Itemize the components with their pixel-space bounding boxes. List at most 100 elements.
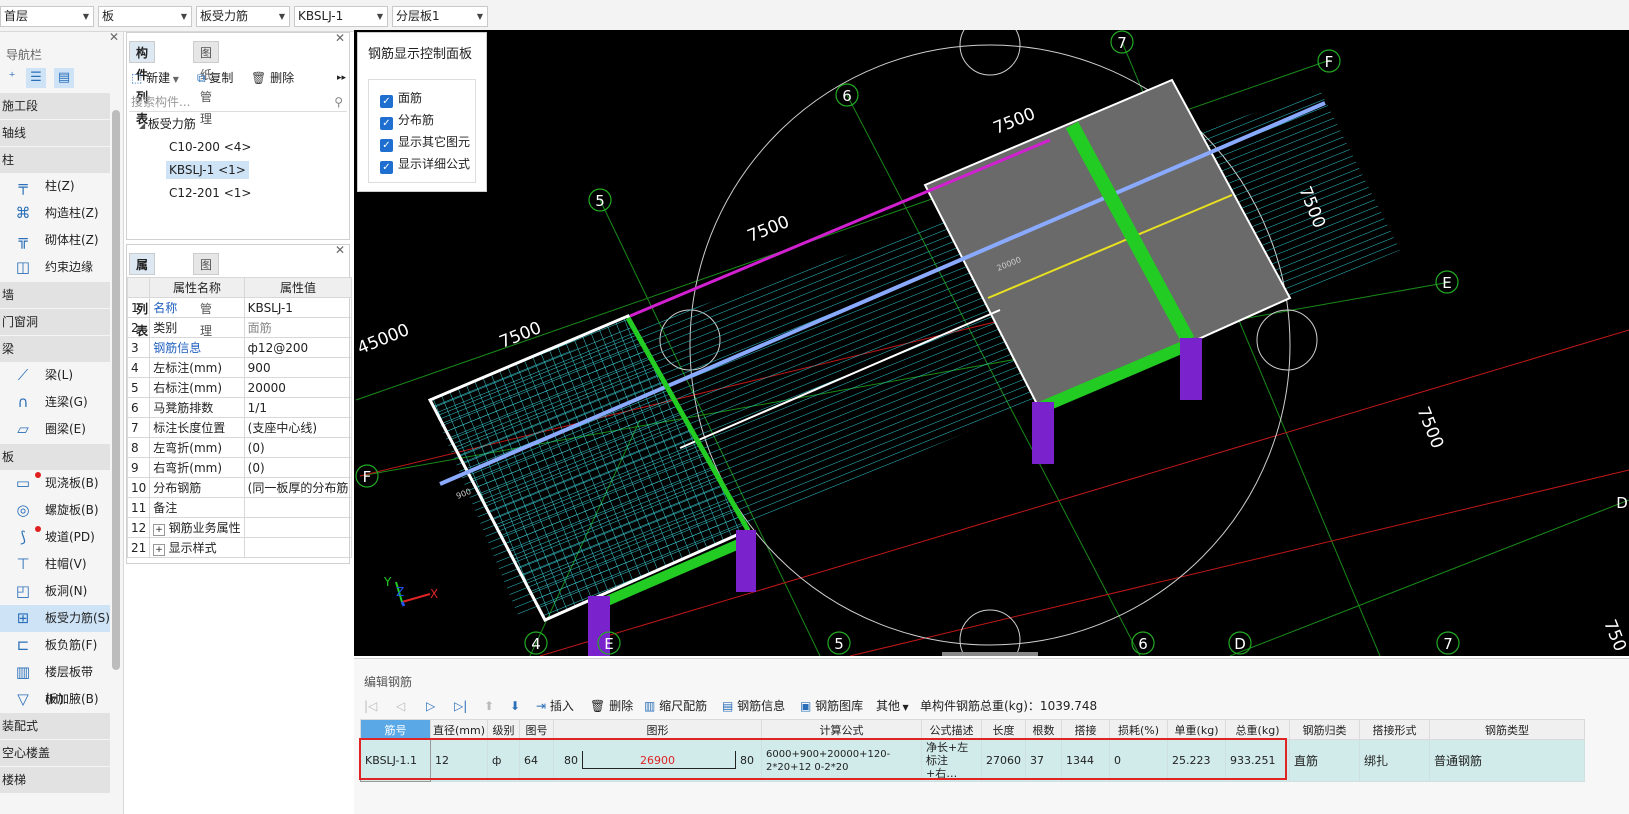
nav-item[interactable]: ⟋ 梁(L) (0, 362, 110, 389)
col-loss[interactable]: 损耗(%) (1109, 719, 1169, 740)
nav-item[interactable]: ▭ 现浇板(B) (0, 470, 110, 497)
tab-layer-management[interactable]: 图层管理 (193, 253, 220, 338)
table-row[interactable]: 3 钢筋信息 ф12@200 (126, 337, 353, 358)
layer-select[interactable]: 分层板1 ▼ (392, 6, 488, 27)
last-record-icon[interactable]: ▷| (454, 697, 467, 715)
prop-value[interactable]: (同一板厚的分布筋 (243, 477, 353, 498)
prop-value[interactable]: 面筋 (243, 317, 353, 338)
cell-unit-weight[interactable]: 25.223 (1167, 739, 1227, 782)
rebar-library-button[interactable]: ▣ 钢筋图库 (800, 697, 863, 715)
table-row[interactable]: 11 备注 (126, 497, 353, 518)
table-row[interactable]: 9 右弯折(mm) (0) (126, 457, 353, 478)
checkbox-surface-rebar[interactable]: ✓ 面筋 (380, 89, 422, 108)
copy-button[interactable]: ⧉ 复制 (197, 69, 233, 87)
nav-section[interactable]: 施工段 (0, 93, 110, 119)
table-row[interactable]: 5 右标注(mm) 20000 (126, 377, 353, 398)
nav-item[interactable]: ▥ 楼层板带(H) (0, 659, 110, 706)
nav-item[interactable]: ◎ 螺旋板(B) (0, 497, 110, 524)
nav-section[interactable]: 轴线 (0, 120, 110, 146)
nav-section[interactable]: 楼梯 (0, 767, 110, 793)
table-row[interactable]: 6 马凳筋排数 1/1 (126, 397, 353, 418)
nav-item[interactable]: ▱ 圈梁(E) (0, 416, 110, 443)
col-unit-weight[interactable]: 单重(kg) (1167, 719, 1227, 740)
cell-diameter[interactable]: 12 (429, 739, 489, 782)
next-record-icon[interactable]: ▷ (426, 697, 435, 715)
table-row[interactable]: 7 标注长度位置 (支座中心线) (126, 417, 353, 438)
col-category[interactable]: 钢筋归类 (1289, 719, 1361, 740)
close-icon[interactable]: ✕ (109, 32, 119, 44)
col-diameter[interactable]: 直径(mm) (429, 719, 489, 740)
col-shape-no[interactable]: 图号 (519, 719, 555, 740)
nav-item[interactable]: ◫约束边缘非... (0, 254, 110, 301)
checkbox-show-detail-formula[interactable]: ✓ 显示详细公式 (380, 155, 470, 174)
cell-rebar-type[interactable]: 普通钢筋 (1429, 739, 1586, 782)
prev-record-icon[interactable]: ◁ (396, 697, 405, 715)
cell-shape-no[interactable]: 64 (519, 739, 555, 782)
col-count[interactable]: 根数 (1025, 719, 1063, 740)
nav-item[interactable]: ▽ 板加腋(B) (0, 686, 110, 713)
prop-value[interactable]: (0) (243, 457, 353, 478)
nav-item[interactable]: ⟆ 坡道(PD) (0, 524, 110, 551)
nav-section[interactable]: 梁 (0, 336, 110, 362)
move-up-icon[interactable]: ⬆ (484, 697, 494, 715)
cell-formula-desc[interactable]: 净长+左标注+右… (921, 739, 983, 782)
nav-item-active[interactable]: ⊞ 板受力筋(S) (0, 605, 110, 632)
prop-value[interactable] (243, 497, 353, 518)
close-icon[interactable]: ✕ (335, 243, 345, 257)
tab-property-list[interactable]: 属性列表 (129, 253, 156, 338)
cell-bar-no[interactable]: KBSLJ-1.1 (360, 739, 431, 782)
col-length[interactable]: 长度 (981, 719, 1027, 740)
cell-lap-form[interactable]: 绑扎 (1359, 739, 1431, 782)
new-button[interactable]: ⬚ 新建 ▼ (131, 69, 179, 87)
nav-section[interactable]: 板 (0, 444, 110, 470)
prop-value[interactable]: 1/1 (243, 397, 353, 418)
move-down-icon[interactable]: ⬇ (510, 697, 520, 715)
col-grade[interactable]: 级别 (487, 719, 521, 740)
tab-component-list[interactable]: 构件列表 (129, 41, 156, 126)
nav-item[interactable]: ⌘ 构造柱(Z) (0, 200, 110, 227)
cell-count[interactable]: 37 (1025, 739, 1063, 782)
nav-section[interactable]: 门窗洞 (0, 309, 110, 335)
3d-viewport[interactable]: 7 F 6 5 E 4 E 5 6 D 7 F D 7500 7500 7500… (354, 30, 1629, 656)
nav-section[interactable]: 墙 (0, 282, 110, 308)
insert-button[interactable]: ⇥ 插入 (536, 697, 574, 715)
prop-value[interactable]: KBSLJ-1 (243, 297, 353, 318)
delete-row-button[interactable]: 🗑 删除 (590, 697, 633, 715)
cell-grade[interactable]: ф (487, 739, 521, 782)
other-menu-button[interactable]: 其他 ▼ (876, 697, 909, 715)
nav-item[interactable]: ⊤ 柱帽(V) (0, 551, 110, 578)
floor-select[interactable]: 首层 ▼ (0, 6, 94, 27)
nav-scrollbar[interactable] (112, 110, 120, 670)
component-select[interactable]: KBSLJ-1 ▼ (294, 6, 388, 27)
col-formula-desc[interactable]: 公式描述 (921, 719, 983, 740)
tab-drawing-management[interactable]: 图纸管理 (193, 41, 220, 126)
checkbox-show-other-elements[interactable]: ✓ 显示其它图元 (380, 133, 470, 152)
col-rebar-type[interactable]: 钢筋类型 (1429, 719, 1586, 740)
expand-plus-icon[interactable]: + (153, 524, 165, 536)
nav-item[interactable]: ⊏ 板负筋(F) (0, 632, 110, 659)
col-formula[interactable]: 计算公式 (761, 719, 923, 740)
table-row[interactable]: 1 名称 KBSLJ-1 (126, 297, 353, 318)
prop-name-group[interactable]: + 钢筋业务属性 (149, 517, 245, 538)
cell-loss[interactable]: 0 (1109, 739, 1169, 782)
first-record-icon[interactable]: |◁ (364, 697, 377, 715)
prop-value[interactable]: ф12@200 (243, 337, 353, 358)
tree-item[interactable]: C10-200 <4> (169, 138, 251, 156)
category-select[interactable]: 板 ▼ (98, 6, 192, 27)
pin-icon[interactable]: ⁺ (2, 68, 22, 88)
tree-root[interactable]: ◢ 板受力筋 (139, 115, 196, 135)
prop-value[interactable]: 20000 (243, 377, 353, 398)
more-arrow-icon[interactable]: ▸▸ (337, 69, 346, 87)
cell-lap[interactable]: 1344 (1061, 739, 1111, 782)
scale-rebar-button[interactable]: ▥ 缩尺配筋 (644, 697, 707, 715)
col-bar-no[interactable]: 筋号 (360, 719, 431, 740)
col-lap[interactable]: 搭接 (1061, 719, 1111, 740)
prop-name-group[interactable]: + 显示样式 (149, 537, 245, 558)
checkbox-distribution-rebar[interactable]: ✓ 分布筋 (380, 111, 434, 130)
prop-value[interactable]: (0) (243, 437, 353, 458)
cell-shape[interactable]: 80 26900 80 (553, 739, 763, 782)
table-row[interactable]: 2 类别 面筋 (126, 317, 353, 338)
nav-section[interactable]: 柱 (0, 147, 110, 173)
table-row[interactable]: 10 分布钢筋 (同一板厚的分布筋 (126, 477, 353, 498)
cell-category[interactable]: 直筋 (1289, 739, 1361, 782)
